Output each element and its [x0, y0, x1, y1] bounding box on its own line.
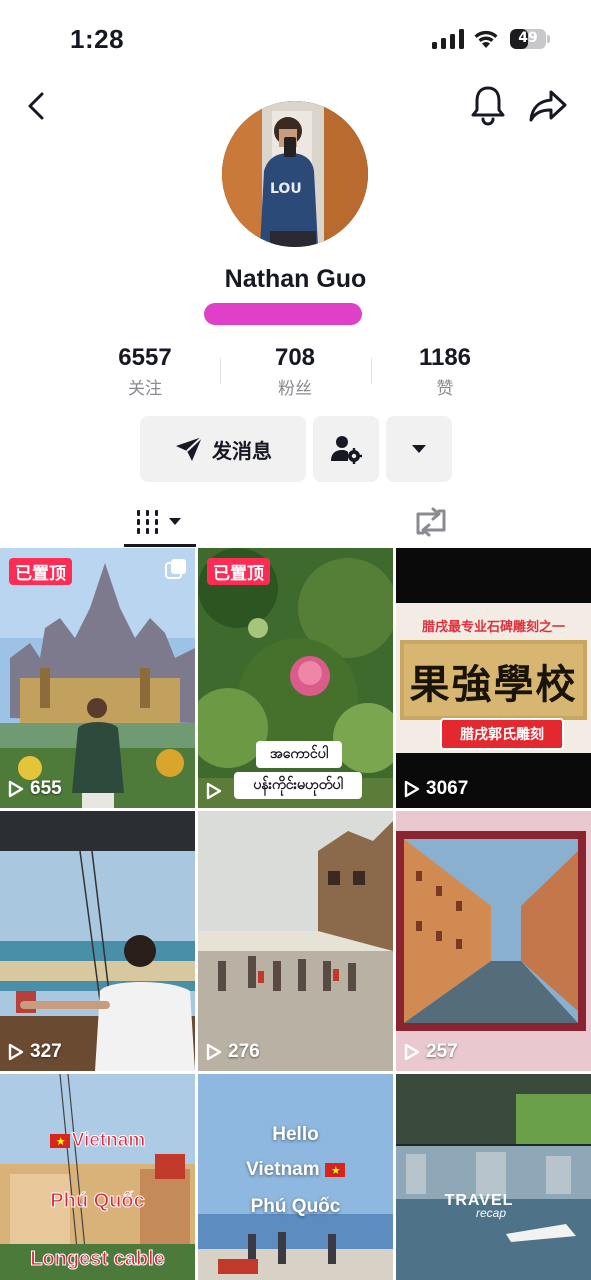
friend-settings-button[interactable]	[313, 416, 379, 482]
video-tile[interactable]: 276	[198, 811, 393, 1071]
caret-down-icon	[412, 445, 426, 453]
video-grid: 已置顶 655 已置顶 အကောင်ပါ ပန်းကိုင်းမဟုတ်ပါ 腊…	[0, 548, 591, 1280]
stat-followers[interactable]: 708 粉丝	[220, 344, 370, 399]
multi-image-icon	[165, 559, 186, 579]
profile-name: Nathan Guo	[224, 265, 367, 293]
battery-icon: 49	[510, 29, 550, 49]
tab-reposts[interactable]	[411, 498, 451, 546]
tab-videos[interactable]	[124, 498, 196, 546]
pinned-badge: 已置顶	[9, 558, 72, 585]
video-thumbnail	[396, 811, 591, 1071]
following-count: 6557	[118, 344, 172, 371]
send-icon	[176, 436, 203, 461]
video-thumbnail	[0, 811, 195, 1071]
video-thumbnail	[396, 1074, 591, 1280]
overlay-line1: Hello	[272, 1124, 319, 1145]
profile-tabs	[0, 498, 591, 548]
vietnam-flag-icon: ★	[324, 1162, 345, 1177]
overlay-line3: Longest cable	[30, 1248, 165, 1271]
profile-stats: 6557 关注 708 粉丝 1186 赞	[70, 344, 520, 400]
view-count: 276	[206, 1041, 260, 1063]
share-icon	[529, 90, 567, 122]
video-thumbnail	[198, 548, 393, 808]
video-tile[interactable]: 腊戌最专业石碑雕刻之一 果強學校 腊戌郭氏雕刻 3067	[396, 548, 591, 808]
overlay-line2: Phú Quốc	[50, 1190, 145, 1213]
stat-likes[interactable]: 1186 赞	[370, 344, 520, 399]
message-label: 发消息	[212, 440, 272, 463]
likes-count: 1186	[418, 344, 472, 371]
view-count-value: 327	[30, 1041, 62, 1062]
video-tile[interactable]: TRAVEL recap	[396, 1074, 591, 1280]
add-friend-settings-icon	[331, 436, 362, 464]
play-icon	[206, 1043, 222, 1061]
video-tile[interactable]: Hello Vietnam ★ Phú Quốc	[198, 1074, 393, 1280]
more-options-button[interactable]	[386, 416, 452, 482]
video-tile[interactable]: 已置顶 655	[0, 548, 195, 808]
notification-button[interactable]	[468, 84, 508, 126]
signal-icon	[432, 29, 464, 49]
bell-icon	[471, 86, 505, 126]
status-bar: 1:28 49	[0, 0, 591, 80]
share-button[interactable]	[527, 86, 569, 126]
followers-count: 708	[274, 344, 316, 371]
video-caption: ပန်းကိုင်းမဟုတ်ပါ	[234, 772, 362, 799]
play-icon	[404, 780, 420, 798]
pinned-badge: 已置顶	[207, 558, 270, 585]
view-count: 3067	[404, 778, 468, 800]
back-button[interactable]	[18, 86, 54, 126]
vietnam-flag-icon: ★	[49, 1133, 70, 1148]
overlay-line1: ★ Vietnam	[0, 1130, 195, 1152]
logo-subtext: recap	[475, 1206, 507, 1220]
view-count-value: 3067	[426, 778, 469, 799]
view-count: 257	[404, 1041, 458, 1063]
following-label: 关注	[128, 379, 162, 398]
view-count: 655	[8, 778, 62, 800]
repost-icon	[416, 507, 446, 537]
video-tile[interactable]: 257	[396, 811, 591, 1071]
sign-text: 果強學校	[409, 661, 578, 708]
back-icon	[28, 92, 44, 120]
status-time: 1:28	[70, 24, 125, 54]
video-tile[interactable]: 327	[0, 811, 195, 1071]
view-count-value: 276	[228, 1041, 260, 1062]
videos-grid-icon	[137, 510, 181, 534]
svg-text:LOU: LOU	[270, 181, 302, 197]
play-icon	[8, 780, 24, 798]
banner-bottom-text: 腊戌郭氏雕刻	[440, 718, 564, 750]
view-count-value: 257	[426, 1041, 458, 1062]
play-icon	[206, 782, 222, 800]
message-button[interactable]: 发消息	[140, 416, 306, 482]
redacted-username	[204, 303, 362, 325]
stat-following[interactable]: 6557 关注	[70, 344, 220, 399]
view-count: 327	[8, 1041, 62, 1063]
tab-active-indicator	[124, 544, 196, 547]
wifi-icon	[474, 30, 498, 48]
video-thumbnail	[198, 811, 393, 1071]
battery-level: 49	[518, 30, 538, 46]
video-tile[interactable]: 已置顶 အကောင်ပါ ပန်းကိုင်းမဟုတ်ပါ	[198, 548, 393, 808]
view-count-value: 655	[30, 778, 62, 799]
followers-label: 粉丝	[278, 379, 312, 398]
view-count	[206, 782, 228, 800]
banner-top-text: 腊戌最专业石碑雕刻之一	[421, 619, 565, 634]
overlay-line3: Phú Quốc	[250, 1196, 341, 1217]
video-caption: အကောင်ပါ	[256, 741, 342, 768]
likes-label: 赞	[436, 379, 454, 398]
overlay-line2: Vietnam ★	[198, 1159, 393, 1181]
play-icon	[8, 1043, 24, 1061]
video-tile[interactable]: ★ Vietnam Phú Quốc Longest cable	[0, 1074, 195, 1280]
avatar-image: LOU	[222, 101, 368, 247]
play-icon	[404, 1043, 420, 1061]
avatar[interactable]: LOU	[222, 101, 368, 247]
video-thumbnail	[0, 548, 195, 808]
